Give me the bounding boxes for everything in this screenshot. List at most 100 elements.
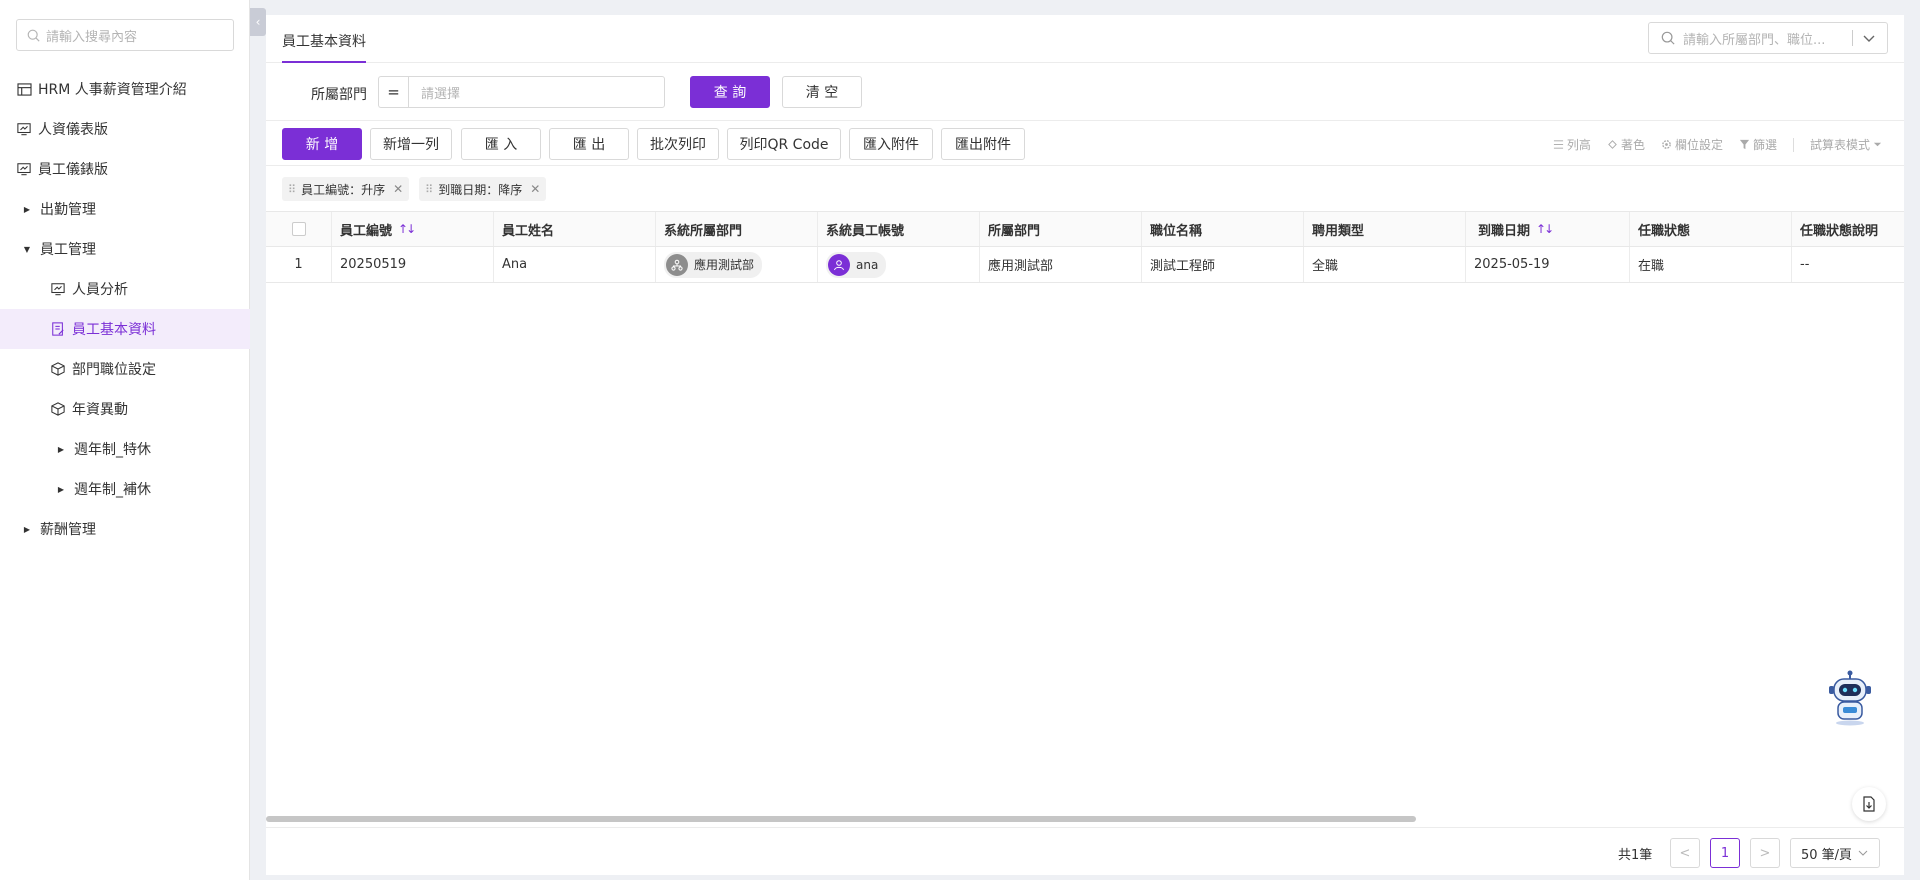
- sort-desc-icon[interactable]: ↑↓: [1536, 222, 1554, 236]
- sidebar-item-payroll[interactable]: ▶ 薪酬管理: [0, 509, 250, 549]
- sidebar-item-label: 部門職位設定: [72, 362, 156, 378]
- cell-employee-id[interactable]: 20250519: [332, 247, 494, 282]
- cell-status-desc[interactable]: --: [1792, 247, 1904, 282]
- sidebar-item-seniority[interactable]: 年資異動: [0, 389, 250, 429]
- cell-sys-account[interactable]: ana: [818, 247, 980, 282]
- sidebar-item-staff-analysis[interactable]: 人員分析: [0, 269, 250, 309]
- user-tag-label: ana: [856, 257, 879, 272]
- export-attachment-button[interactable]: 匯出附件: [941, 128, 1025, 160]
- sort-chips: ⠿ 員工編號：升序 ✕ ⠿ 到職日期：降序 ✕: [282, 177, 547, 201]
- add-button[interactable]: 新 增: [282, 128, 362, 160]
- page-size-select[interactable]: 50 筆/頁: [1790, 838, 1880, 868]
- global-search-placeholder: 請輸入所屬部門、職位...: [1683, 32, 1826, 48]
- department-select[interactable]: 請選擇: [408, 76, 665, 108]
- page-number-button[interactable]: 1: [1710, 838, 1740, 868]
- column-header[interactable]: 系統所屬部門: [656, 212, 818, 246]
- column-header[interactable]: 員工編號 ↑↓: [332, 212, 494, 246]
- filter-operator[interactable]: =: [378, 76, 408, 108]
- sidebar-item-label: 人員分析: [72, 282, 128, 298]
- prev-page-button[interactable]: <: [1670, 838, 1700, 868]
- cell-sys-dept[interactable]: 應用測試部: [656, 247, 818, 282]
- export-button[interactable]: 匯 出: [549, 128, 629, 160]
- sidebar-item-annual-leave[interactable]: ▶ 週年制_特休: [0, 429, 250, 469]
- table-icon: [16, 81, 32, 97]
- export-file-button[interactable]: [1852, 787, 1886, 821]
- cell-dept[interactable]: 應用測試部: [980, 247, 1142, 282]
- table-row[interactable]: 1 20250519 Ana 應用測試部 ana 應用測試部 測試工程師 全職 …: [266, 247, 1904, 283]
- batch-print-button[interactable]: 批次列印: [637, 128, 719, 160]
- drag-handle-icon[interactable]: ⠿: [288, 183, 296, 196]
- tab-bar: 員工基本資料 請輸入所屬部門、職位...: [266, 15, 1904, 63]
- cell-hire-date[interactable]: 2025-05-19: [1466, 247, 1630, 282]
- cell-status[interactable]: 在職: [1630, 247, 1792, 282]
- import-attachment-button[interactable]: 匯入附件: [849, 128, 933, 160]
- add-row-button[interactable]: 新增一列: [370, 128, 452, 160]
- sidebar-item-label: 員工管理: [40, 242, 96, 258]
- dashboard-icon: [16, 121, 32, 137]
- column-header[interactable]: 到職日期 ↑↓: [1466, 212, 1630, 246]
- select-all-checkbox[interactable]: [291, 222, 306, 236]
- column-header-label: 系統員工帳號: [826, 223, 905, 239]
- chevron-down-icon: [1858, 850, 1868, 856]
- sidebar-item-attendance[interactable]: ▶ 出勤管理: [0, 189, 250, 229]
- sort-chip-label: 到職日期：降序: [438, 182, 523, 197]
- color-tool[interactable]: 著色: [1607, 136, 1645, 153]
- cube-icon: [50, 401, 66, 417]
- select-all-cell: [266, 212, 332, 246]
- print-qr-button[interactable]: 列印QR Code: [727, 128, 841, 160]
- column-header[interactable]: 所屬部門: [980, 212, 1142, 246]
- cell-hire-type[interactable]: 全職: [1304, 247, 1466, 282]
- chevron-down-icon[interactable]: [1861, 30, 1877, 46]
- tab-employee-basic-info[interactable]: 員工基本資料: [282, 31, 366, 63]
- query-button[interactable]: 查 詢: [690, 76, 770, 108]
- close-icon[interactable]: ✕: [530, 182, 540, 196]
- filter-tool[interactable]: 篩選: [1739, 136, 1777, 153]
- column-settings-tool[interactable]: 欄位設定: [1661, 136, 1723, 153]
- column-header[interactable]: 系統員工帳號: [818, 212, 980, 246]
- column-header[interactable]: 職位名稱: [1142, 212, 1304, 246]
- sidebar-item-employee-dashboard[interactable]: 員工儀錶版: [0, 149, 250, 189]
- sidebar-item-employee-basic-info[interactable]: 員工基本資料: [0, 309, 250, 349]
- sidebar-search-input[interactable]: 請輸入搜尋內容: [16, 19, 234, 51]
- column-header[interactable]: 員工姓名: [494, 212, 656, 246]
- row-height-tool[interactable]: 列高: [1553, 136, 1591, 153]
- column-header[interactable]: 聘用類型: [1304, 212, 1466, 246]
- drag-handle-icon[interactable]: ⠿: [425, 183, 433, 196]
- caret-down-icon: [1873, 142, 1882, 147]
- sheet-mode-label: 試算表模式: [1809, 138, 1870, 152]
- cell-name[interactable]: Ana: [494, 247, 656, 282]
- column-header-label: 員工姓名: [502, 223, 555, 239]
- sidebar-collapse-button[interactable]: ‹: [250, 8, 266, 36]
- sort-chip[interactable]: ⠿ 到職日期：降序 ✕: [419, 177, 547, 201]
- sidebar-item-comp-leave[interactable]: ▶ 週年制_補休: [0, 469, 250, 509]
- close-icon[interactable]: ✕: [393, 182, 403, 196]
- assistant-robot-button[interactable]: [1826, 670, 1874, 726]
- sidebar-item-hr-dashboard[interactable]: 人資儀表版: [0, 109, 250, 149]
- page-size-label: 50 筆/頁: [1801, 847, 1853, 863]
- sort-chip[interactable]: ⠿ 員工編號：升序 ✕: [282, 177, 410, 201]
- sidebar-item-label: 薪酬管理: [40, 522, 96, 538]
- filter-label: 所屬部門: [311, 87, 367, 103]
- column-header[interactable]: 任職狀態說明: [1792, 212, 1904, 246]
- sidebar-search-placeholder: 請輸入搜尋內容: [46, 29, 138, 45]
- global-search-input[interactable]: 請輸入所屬部門、職位...: [1648, 22, 1888, 54]
- form-icon: [50, 321, 66, 337]
- column-header[interactable]: 任職狀態: [1630, 212, 1792, 246]
- import-button[interactable]: 匯 入: [461, 128, 541, 160]
- sidebar-item-hrm-intro[interactable]: HRM 人事薪資管理介紹: [0, 69, 250, 109]
- total-count: 共1筆: [1618, 848, 1653, 863]
- sort-asc-icon[interactable]: ↑↓: [398, 222, 416, 236]
- paint-bucket-icon: [1608, 140, 1617, 149]
- sidebar-item-label: 員工基本資料: [72, 322, 156, 338]
- clear-button[interactable]: 清 空: [782, 76, 862, 108]
- divider: [1852, 30, 1853, 46]
- next-page-button[interactable]: >: [1750, 838, 1780, 868]
- sidebar-item-dept-position[interactable]: 部門職位設定: [0, 349, 250, 389]
- sheet-mode-dropdown[interactable]: 試算表模式: [1810, 136, 1882, 153]
- sidebar-item-employee-mgmt[interactable]: ▼ 員工管理: [0, 229, 250, 269]
- filter-row: 所屬部門 = 請選擇 查 詢 清 空: [266, 63, 1904, 121]
- cell-position[interactable]: 測試工程師: [1142, 247, 1304, 282]
- pagination: 共1筆 < 1 > 50 筆/頁: [266, 827, 1904, 875]
- horizontal-scrollbar[interactable]: [266, 816, 1416, 822]
- caret-right-icon: ▶: [57, 484, 65, 494]
